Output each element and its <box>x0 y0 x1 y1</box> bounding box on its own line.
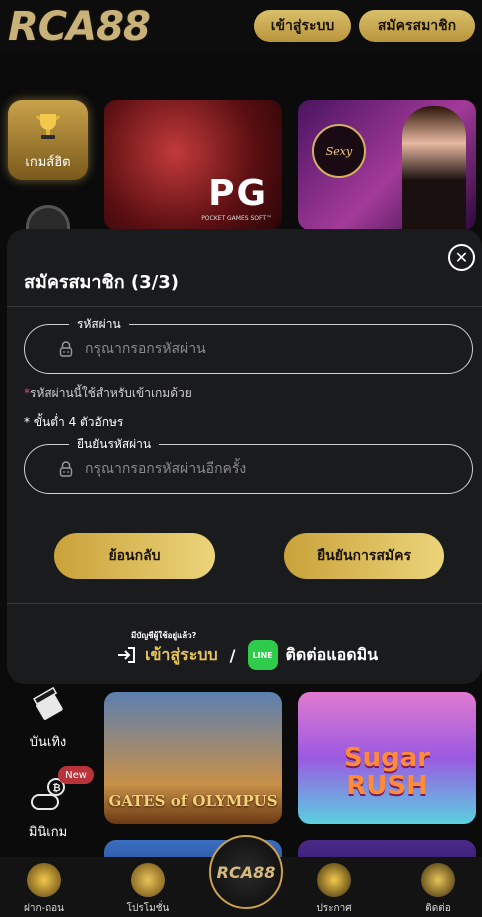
rail-item-hot-games[interactable]: เกมส์ฮิต <box>8 100 88 180</box>
link-separator: / <box>229 645 236 665</box>
app-root: RCA88 เข้าสู่ระบบ สมัครสมาชิก เกมส์ฮิต บ… <box>0 0 482 917</box>
poker-chip-icon[interactable] <box>26 205 70 229</box>
password-input[interactable] <box>85 338 445 360</box>
close-button[interactable]: ✕ <box>448 244 475 271</box>
nav-item-promotion[interactable]: โปรโมชั่น <box>108 863 188 916</box>
rail-item-label: บันเทิง <box>29 735 67 750</box>
nav-label: ฝาก-ถอน <box>23 903 65 914</box>
new-badge: New <box>58 766 94 784</box>
rail-item-label: มินิเกม <box>28 825 68 840</box>
lock-icon <box>59 341 73 357</box>
modal-title: สมัครสมาชิก (3/3) <box>24 272 179 293</box>
olympus-title: GATES of OLYMPUS <box>108 792 278 810</box>
megaphone-icon <box>317 863 351 897</box>
rail-item-entertainment[interactable]: บันเทิง <box>8 685 88 755</box>
trophy-icon <box>36 114 60 139</box>
rail-item-mini-games[interactable]: ₿ มินิเกม <box>8 775 88 845</box>
svg-text:₿: ₿ <box>53 782 61 794</box>
nav-item-contact[interactable]: ติดต่อ <box>398 863 478 916</box>
top-header: RCA88 เข้าสู่ระบบ สมัครสมาชิก <box>0 0 482 54</box>
sugar-title: Sugar RUSH <box>298 744 476 800</box>
confirm-password-field[interactable]: ยืนยันรหัสผ่าน <box>24 435 473 494</box>
lock-icon <box>59 461 73 477</box>
note-text: รหัสผ่านนี้ใช้สำหรับเข้าเกมด้วย <box>30 386 192 400</box>
register-modal: สมัครสมาชิก (3/3) ✕ รหัสผ่าน *รหัสผ่านนี… <box>7 229 482 684</box>
login-arrow-icon <box>118 647 135 663</box>
wallet-icon <box>27 863 61 897</box>
pg-logo: PG <box>208 173 268 214</box>
header-register-button[interactable]: สมัครสมาชิก <box>359 10 475 42</box>
login-link[interactable]: เข้าสู่ระบบ <box>117 643 218 668</box>
chat-icon <box>421 863 455 897</box>
confirm-password-label: ยืนยันรหัสผ่าน <box>69 435 160 453</box>
password-label: รหัสผ่าน <box>69 315 129 333</box>
contact-admin-label: ติดต่อแอดมิน <box>285 644 379 664</box>
header-login-button[interactable]: เข้าสู่ระบบ <box>254 10 351 42</box>
game-tile-sugar-rush[interactable]: Sugar RUSH <box>298 692 476 824</box>
login-link-label: เข้าสู่ระบบ <box>145 644 218 664</box>
sexy-logo: Sexy <box>312 124 366 178</box>
confirm-register-button[interactable]: ยืนยันการสมัคร <box>284 533 444 579</box>
modal-footer-links: เข้าสู่ระบบ / LINE ติดต่อแอดมิน <box>117 640 378 670</box>
rail-item-label: เกมส์ฮิต <box>25 155 71 170</box>
password-field[interactable]: รหัสผ่าน <box>24 315 473 374</box>
game-tile-sexy-baccarat[interactable]: Sexy <box>298 100 476 230</box>
nav-item-announcement[interactable]: ประกาศ <box>294 863 374 916</box>
min-length-note: * ขั้นต่ำ 4 ตัวอักษร <box>24 415 124 429</box>
sugar-title-line-2: RUSH <box>346 771 428 801</box>
sugar-title-line-1: Sugar <box>343 743 431 773</box>
contact-admin-link[interactable]: LINE ติดต่อแอดมิน <box>247 640 379 670</box>
nav-home-logo[interactable]: RCA88 <box>209 835 283 909</box>
nav-label: โปรโมชั่น <box>126 903 170 914</box>
brand-logo[interactable]: RCA88 <box>8 2 151 52</box>
pg-subtitle: POCKET GAMES SOFT™ <box>201 215 272 222</box>
line-app-icon: LINE <box>247 640 278 670</box>
game-tile-pg[interactable]: PG POCKET GAMES SOFT™ <box>104 100 282 230</box>
back-button[interactable]: ย้อนกลับ <box>54 533 215 579</box>
nav-label: ติดต่อ <box>425 903 451 914</box>
divider <box>7 603 482 604</box>
password-note: *รหัสผ่านนี้ใช้สำหรับเข้าเกมด้วย <box>24 384 192 403</box>
gift-icon <box>131 863 165 897</box>
confirm-password-input[interactable] <box>85 458 445 480</box>
clapperboard-icon <box>33 686 63 720</box>
game-tile-gates-of-olympus[interactable]: GATES of OLYMPUS <box>104 692 282 824</box>
nav-label: ประกาศ <box>316 903 352 914</box>
nav-item-deposit-withdraw[interactable]: ฝาก-ถอน <box>4 863 84 916</box>
divider <box>7 306 482 307</box>
dealer-image <box>402 106 466 230</box>
